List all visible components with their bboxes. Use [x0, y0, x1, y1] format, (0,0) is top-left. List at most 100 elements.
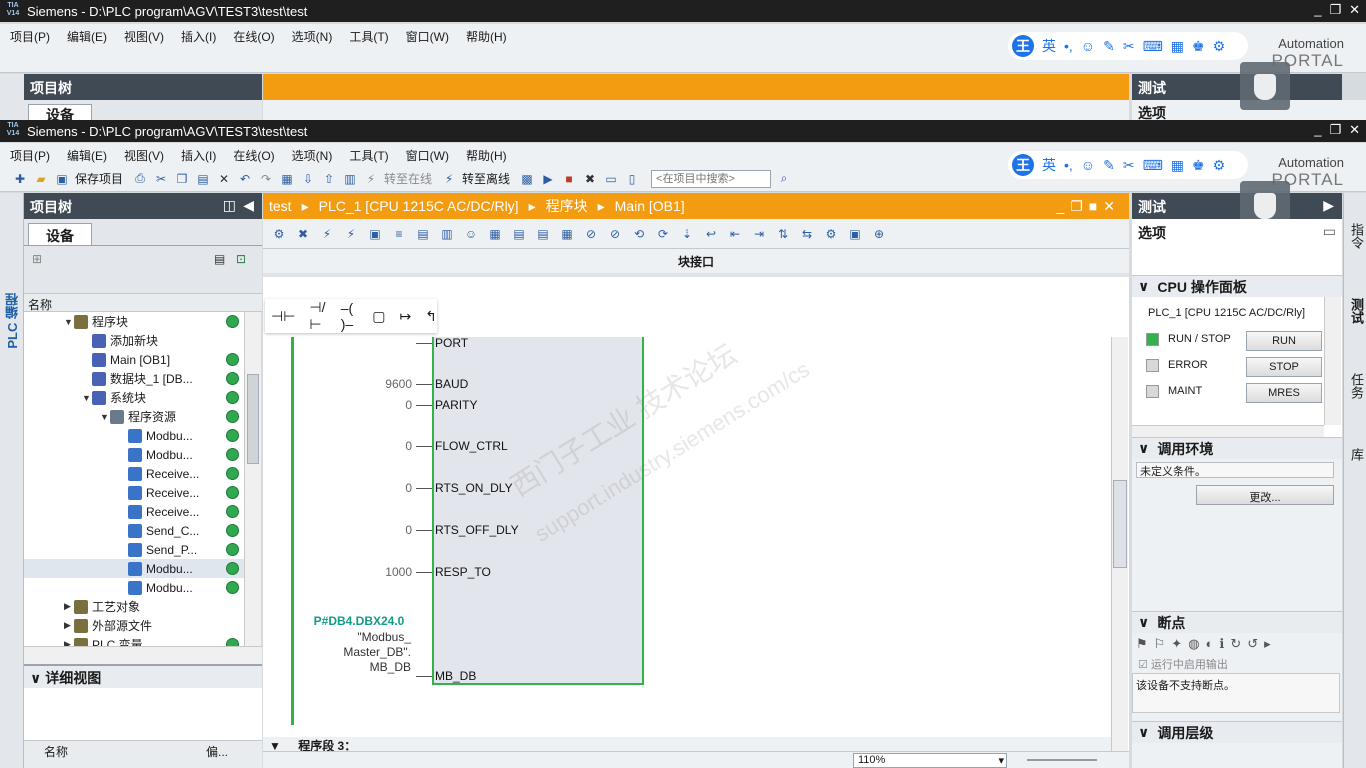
tree-row[interactable]: Modbu...: [24, 578, 259, 597]
nc-contact-icon[interactable]: ⊣/⊢: [309, 299, 326, 333]
split-vertical-icon[interactable]: ▯: [624, 171, 640, 187]
go-offline-icon[interactable]: ⚡: [441, 171, 457, 187]
param-value[interactable]: 0: [340, 523, 412, 537]
cpu-scrollbar-v[interactable]: [1324, 297, 1341, 425]
tree-row[interactable]: ▶ PLC 变量: [24, 635, 259, 646]
detail-view-header[interactable]: ∨ 详细视图: [24, 664, 262, 688]
tree-row[interactable]: ▼ 程序资源: [24, 407, 259, 426]
editor-tool-icon[interactable]: ▣: [367, 226, 383, 242]
call-env-collapse-icon[interactable]: ∨: [1138, 440, 1149, 457]
right-vtab-1[interactable]: 测试: [1347, 298, 1366, 324]
shirt-icon[interactable]: ♚: [1192, 157, 1205, 174]
param-pin[interactable]: RESP_TO: [435, 565, 491, 579]
call-hierarchy-header[interactable]: ∨ 调用层级: [1132, 721, 1342, 743]
emoji-icon[interactable]: ☺: [1081, 157, 1095, 173]
param-value[interactable]: 0: [340, 481, 412, 495]
zoom-select[interactable]: 110% ▾: [853, 753, 1007, 768]
chevron-down-icon[interactable]: ▾: [998, 754, 1004, 767]
editor-tool-icon[interactable]: ⚙: [823, 226, 839, 242]
pen-icon[interactable]: ✎: [1103, 157, 1115, 174]
tree-scrollbar-h[interactable]: [24, 646, 262, 664]
tree-row[interactable]: Modbu...: [24, 445, 259, 464]
menu-item-2[interactable]: 视图(V): [124, 147, 164, 164]
detail-collapse-icon[interactable]: ∨: [30, 670, 45, 686]
tree-row[interactable]: Modbu...: [24, 426, 259, 445]
enable-output-checkbox[interactable]: ☑ 运行中启用输出: [1138, 656, 1228, 672]
tree-expand-icon[interactable]: ▼: [100, 412, 110, 422]
editor-tool-icon[interactable]: ⚙: [271, 226, 287, 242]
print-icon[interactable]: ⎙: [132, 171, 148, 187]
tree-expand-icon[interactable]: ▼: [64, 317, 74, 327]
param-pin[interactable]: RTS_ON_DLY: [435, 481, 513, 495]
tree-row[interactable]: Receive...: [24, 464, 259, 483]
split-horizontal-icon[interactable]: ▭: [603, 171, 619, 187]
param-value[interactable]: 9600: [340, 377, 412, 391]
editor-tool-icon[interactable]: ☺: [463, 226, 479, 242]
param-pin[interactable]: MB_DB: [435, 669, 476, 683]
save-project-button[interactable]: 保存项目: [75, 170, 123, 187]
editor-scrollbar-v[interactable]: [1111, 337, 1128, 751]
tree-row[interactable]: 数据块_1 [DB...: [24, 369, 259, 388]
download-icon[interactable]: ⇩: [300, 171, 316, 187]
coil-icon[interactable]: –( )–: [341, 300, 359, 332]
grid-icon[interactable]: ▦: [1171, 157, 1184, 174]
editor-tool-icon[interactable]: ▣: [847, 226, 863, 242]
editor-tool-icon[interactable]: ▤: [535, 226, 551, 242]
menu-item-6[interactable]: 工具(T): [349, 147, 388, 164]
simulate-icon[interactable]: ▥: [342, 171, 358, 187]
start-cpu-icon[interactable]: ▶: [540, 171, 556, 187]
tree-row[interactable]: 添加新块: [24, 331, 259, 350]
ime-toolbar[interactable]: 王 英 •, ☺ ✎ ✂ ⌨ ▦ ♚ ⚙: [1008, 151, 1248, 179]
upload-icon[interactable]: ⇧: [321, 171, 337, 187]
cross-ref-icon[interactable]: ✖: [582, 171, 598, 187]
tree-row[interactable]: Send_C...: [24, 521, 259, 540]
tree-row[interactable]: Receive...: [24, 483, 259, 502]
no-contact-icon[interactable]: ⊣⊢: [271, 308, 295, 325]
tree-expand-icon[interactable]: ▶: [64, 639, 74, 646]
tree-row[interactable]: Send_P...: [24, 540, 259, 559]
editor-tool-icon[interactable]: ⊘: [583, 226, 599, 242]
accessible-devices-icon[interactable]: ▩: [519, 171, 535, 187]
open-project-icon[interactable]: ▰: [33, 171, 49, 187]
redo-icon[interactable]: ↷: [258, 171, 274, 187]
editor-tool-icon[interactable]: ⚡: [343, 226, 359, 242]
ime-punct[interactable]: •,: [1064, 157, 1073, 173]
close-branch-icon[interactable]: ↰: [425, 308, 437, 325]
editor-tool-icon[interactable]: ⇤: [727, 226, 743, 242]
editor-tool-icon[interactable]: ⚡: [319, 226, 335, 242]
ime-lang[interactable]: 英: [1042, 155, 1056, 175]
scissor-icon[interactable]: ✂: [1123, 157, 1135, 174]
menu-item-1[interactable]: 编辑(E): [67, 147, 107, 164]
tree-expand-icon[interactable]: ▼: [82, 393, 92, 403]
menu-item-0[interactable]: 项目(P): [10, 147, 50, 164]
call-env-header[interactable]: ∨ 调用环境: [1132, 437, 1342, 459]
tree-row[interactable]: ▼ 程序块: [24, 312, 259, 331]
cpu-collapse-icon[interactable]: ∨: [1138, 278, 1149, 295]
editor-scroll-thumb[interactable]: [1113, 480, 1127, 568]
cpu-mode-button[interactable]: STOP: [1246, 357, 1322, 377]
editor-tool-icon[interactable]: ▤: [415, 226, 431, 242]
collapse-left-icon[interactable]: ◀: [243, 197, 254, 214]
cpu-mode-button[interactable]: RUN: [1246, 331, 1322, 351]
editor-tool-icon[interactable]: ⇅: [775, 226, 791, 242]
tree-expand-icon[interactable]: ▶: [64, 620, 74, 631]
editor-tool-icon[interactable]: ▥: [439, 226, 455, 242]
breakpoint-tools-icon[interactable]: ⚑⚐✦◍◐ℹ↻↺▸: [1136, 636, 1277, 652]
menu-item-7[interactable]: 窗口(W): [406, 147, 449, 164]
editor-tool-icon[interactable]: ⇆: [799, 226, 815, 242]
plc-programming-tab[interactable]: PLC 编程: [3, 293, 22, 349]
search-go-icon[interactable]: ⌕: [776, 171, 792, 187]
breadcrumb-window-controls[interactable]: _❐■✕: [1056, 198, 1121, 215]
editor-tool-icon[interactable]: ⟲: [631, 226, 647, 242]
editor-tool-icon[interactable]: ⇥: [751, 226, 767, 242]
table-view-icon[interactable]: ▤: [214, 252, 225, 266]
compile-icon[interactable]: ▦: [279, 171, 295, 187]
editor-tool-icon[interactable]: ⊕: [871, 226, 887, 242]
stop-cpu-icon[interactable]: ■: [561, 171, 577, 187]
copy-icon[interactable]: ❐: [174, 171, 190, 187]
menu-item-8[interactable]: 帮助(H): [466, 147, 507, 164]
tree-row[interactable]: ▶ 外部源文件: [24, 616, 259, 635]
project-search-input[interactable]: [651, 169, 772, 188]
editor-tool-icon[interactable]: ⊘: [607, 226, 623, 242]
new-project-icon[interactable]: ✚: [12, 171, 28, 187]
